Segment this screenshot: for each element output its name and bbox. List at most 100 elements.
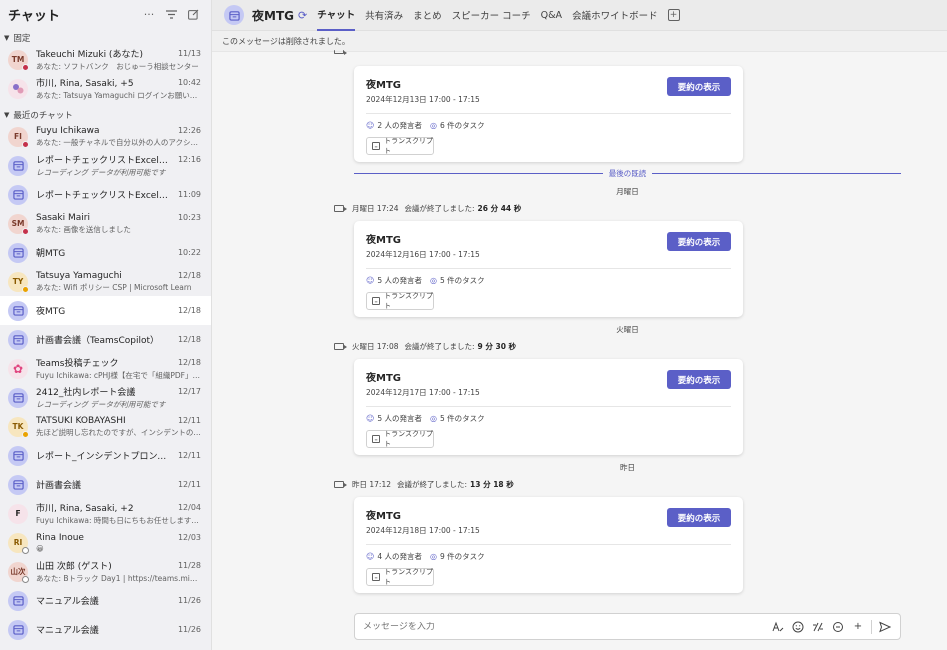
- section-pinned[interactable]: ▼ 固定: [0, 30, 211, 45]
- calendar-icon: [12, 393, 24, 403]
- chat-item-time: 12/11: [177, 451, 201, 460]
- meeting-card-titles: 夜MTG 2024年12月17日 17:00 - 17:15: [366, 369, 667, 398]
- meeting-stats: ☺ 4 人の発言者 ◎ 9 件のタスク: [366, 551, 731, 562]
- view-summary-button[interactable]: 要約の表示: [667, 232, 731, 251]
- card-divider: [366, 268, 731, 269]
- chat-list-item[interactable]: マニュアル会議 11/26: [0, 586, 211, 615]
- chat-list-item[interactable]: TM Takeuchi Mizuki (あなた) 11/13 あなた: ソフトバンク …: [0, 45, 211, 74]
- chat-list-item[interactable]: 山次 山田 次郎 (ゲスト) 11/28 あなた: Bトラック Day1 | http…: [0, 557, 211, 586]
- video-camera-icon: [334, 481, 347, 488]
- chat-list-item[interactable]: レポートチェックリストExcel確認 12:16 レコーディング データが利用可能で…: [0, 151, 211, 180]
- chat-item-time: 10:23: [177, 213, 201, 222]
- chat-item-header: Takeuchi Mizuki (あなた) 11/13: [36, 47, 201, 60]
- speakers-stat[interactable]: ☺ 5 人の発言者: [366, 275, 422, 286]
- section-recent[interactable]: ▼ 最近のチャット: [0, 107, 211, 122]
- transcript-button[interactable]: ≡ トランスクリプト: [366, 292, 434, 310]
- tasks-stat[interactable]: ◎ 5 件のタスク: [430, 275, 485, 286]
- transcript-button[interactable]: ≡ トランスクリプト: [366, 430, 434, 448]
- loop-icon[interactable]: [811, 620, 825, 634]
- meeting-card: 夜MTG 2024年12月16日 17:00 - 17:15 要約の表示 ☺ 5 人の発…: [354, 221, 743, 317]
- chat-list-item[interactable]: 2412_社内レポート会議 12/17 レコーディング データが利用可能です: [0, 383, 211, 412]
- chat-list-item[interactable]: SM Sasaki Mairi 10:23 あなた: 画像を送信しました: [0, 209, 211, 238]
- speakers-stat[interactable]: ☺ 2 人の発言者: [366, 120, 422, 131]
- transcript-button[interactable]: ≡ トランスクリプト: [366, 137, 434, 155]
- chat-item-time: 12/18: [177, 271, 201, 280]
- event-duration: 9 分 30 秒: [477, 342, 517, 351]
- event-text: 会議が終了しました:: [404, 342, 475, 351]
- chat-item-header: Teams投稿チェック 12/18: [36, 356, 201, 369]
- avatar: [8, 78, 28, 99]
- filter-icon[interactable]: [161, 4, 181, 24]
- chat-list-item[interactable]: 計画書会議 12/11: [0, 470, 211, 499]
- chat-list-item[interactable]: FI Fuyu Ichikawa 12:26 あなた: 一般チャネルで自分以外の人のア…: [0, 122, 211, 151]
- flower-icon: ✿: [12, 361, 24, 376]
- chat-list-item[interactable]: F 市川, Rina, Sasaki, +2 12/04 Fuyu Ichikawa:…: [0, 499, 211, 528]
- more-options-icon[interactable]: ···: [139, 4, 159, 24]
- meeting-card-header: 夜MTG 2024年12月13日 17:00 - 17:15 要約の表示: [366, 76, 731, 105]
- chat-list-item[interactable]: 夜MTG 12/18: [0, 296, 211, 325]
- view-summary-button[interactable]: 要約の表示: [667, 370, 731, 389]
- chat-item-header: Tatsuya Yamaguchi 12/18: [36, 271, 201, 281]
- meeting-date: 2024年12月13日 17:00 - 17:15: [366, 95, 480, 104]
- tab-qa[interactable]: Q&A: [541, 0, 562, 31]
- chat-list-item[interactable]: TY Tatsuya Yamaguchi 12/18 あなた: Wifi ポリシー C…: [0, 267, 211, 296]
- chat-item-preview: 😀: [36, 543, 44, 553]
- tab-speaker-coach[interactable]: スピーカー コーチ: [452, 0, 531, 31]
- chat-item-time: 11/26: [177, 596, 201, 605]
- tab-whiteboard[interactable]: 会議ホワイトボード: [572, 0, 658, 31]
- tasks-stat[interactable]: ◎ 9 件のタスク: [430, 551, 485, 562]
- tab-chat[interactable]: チャット: [317, 0, 356, 31]
- chat-list-item[interactable]: ✿ Teams投稿チェック 12/18 Fuyu Ichikawa: cPHJ様【在宅…: [0, 354, 211, 383]
- transcript-button[interactable]: ≡ トランスクリプト: [366, 568, 434, 586]
- chat-item-name: Teams投稿チェック: [36, 359, 119, 369]
- avatar: [8, 387, 28, 408]
- speakers-stat[interactable]: ☺ 5 人の発言者: [366, 413, 422, 424]
- video-camera-icon: [334, 205, 347, 212]
- chat-item-name: レポートチェックリストExcel確認: [36, 191, 174, 201]
- tab-recap[interactable]: まとめ: [413, 0, 442, 31]
- new-chat-icon[interactable]: [183, 4, 203, 24]
- add-icon[interactable]: +: [851, 620, 865, 634]
- meeting-card: 夜MTG 2024年12月13日 17:00 - 17:15 要約の表示 ☺ 2 人の発…: [354, 66, 743, 162]
- meeting-title: 夜MTG: [366, 511, 401, 522]
- avatar: TM: [8, 49, 29, 71]
- chat-item-name: 夜MTG: [36, 307, 66, 317]
- chat-list-item[interactable]: 計画書会議（TeamsCopilot） 12/18: [0, 325, 211, 354]
- chat-item-name: レポート_インシデントプロンプトについて: [36, 452, 174, 462]
- chat-list-item[interactable]: レポートチェックリストExcel確認 11:09: [0, 180, 211, 209]
- message-input[interactable]: [363, 621, 765, 632]
- format-icon[interactable]: [771, 620, 785, 634]
- tab-shared[interactable]: 共有済み: [365, 0, 403, 31]
- presence-badge: [22, 430, 29, 438]
- copilot-icon[interactable]: [831, 620, 845, 634]
- tasks-stat[interactable]: ◎ 6 件のタスク: [430, 120, 485, 131]
- chat-item-name: 市川, Rina, Sasaki, +2: [36, 504, 134, 514]
- speakers-stat[interactable]: ☺ 4 人の発言者: [366, 551, 422, 562]
- chat-item-name: 2412_社内レポート会議: [36, 388, 136, 398]
- add-tab-icon[interactable]: +: [667, 9, 680, 21]
- view-summary-button[interactable]: 要約の表示: [667, 77, 731, 96]
- calendar-icon: [228, 10, 240, 21]
- chat-item-body: 夜MTG 12/18: [36, 304, 201, 317]
- chat-item-header: 朝MTG 10:22: [36, 246, 201, 259]
- chat-list-item[interactable]: RI Rina Inoue 12/03 😀: [0, 528, 211, 557]
- chat-list-item[interactable]: レポート_インシデントプロンプトについて12/11: [0, 441, 211, 470]
- sync-icon[interactable]: ⟳: [298, 9, 307, 22]
- chat-item-name: Takeuchi Mizuki (あなた): [36, 50, 143, 60]
- avatar: F: [8, 503, 28, 524]
- send-icon[interactable]: [878, 620, 892, 634]
- chat-item-preview: レコーディング データが利用可能です: [36, 168, 166, 177]
- meeting-card-header: 夜MTG 2024年12月18日 17:00 - 17:15 要約の表示: [366, 507, 731, 536]
- chat-list-item[interactable]: TK TATSUKI KOBAYASHI 12/11 先ほど説明し忘れたのですが、イン…: [0, 412, 211, 441]
- chat-list-item[interactable]: 朝MTG 10:22: [0, 238, 211, 267]
- chat-list-item[interactable]: 市川, Rina, Sasaki, +5 10:42 あなた: Tatsuya Ya…: [0, 74, 211, 103]
- task-check-icon: ◎: [430, 552, 437, 561]
- chat-list-item[interactable]: マニュアル会議 11/26: [0, 615, 211, 644]
- tasks-stat[interactable]: ◎ 5 件のタスク: [430, 413, 485, 424]
- meeting-date: 2024年12月17日 17:00 - 17:15: [366, 388, 480, 397]
- avatar: TY: [8, 271, 29, 293]
- chat-item-header: Sasaki Mairi 10:23: [36, 213, 201, 223]
- compose-box[interactable]: +: [354, 613, 901, 640]
- emoji-icon[interactable]: [791, 620, 805, 634]
- view-summary-button[interactable]: 要約の表示: [667, 508, 731, 527]
